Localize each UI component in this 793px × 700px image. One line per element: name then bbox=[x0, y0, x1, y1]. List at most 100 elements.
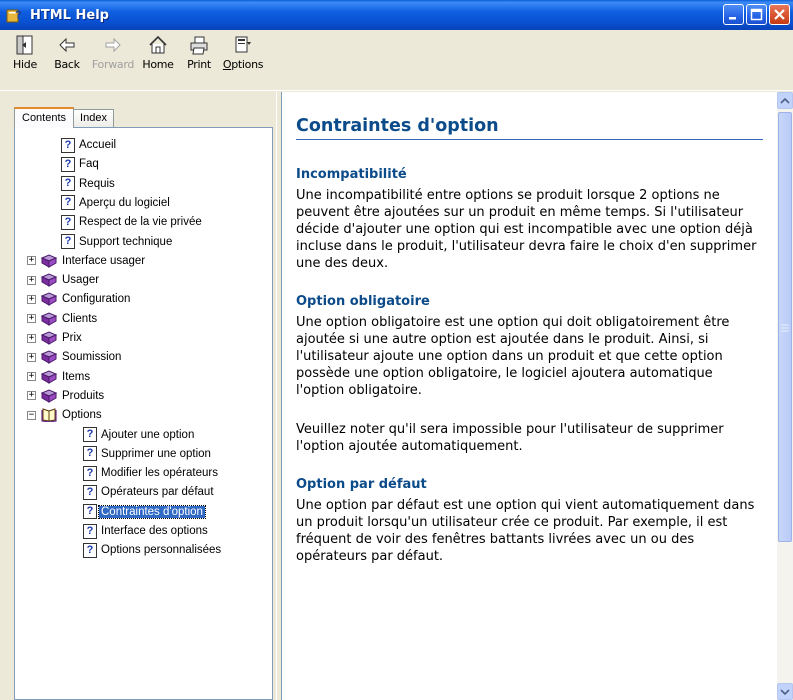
tree-topic-node[interactable]: ? Aperçu du logiciel bbox=[61, 194, 172, 212]
help-topic-icon: ? bbox=[83, 427, 97, 442]
tree-topic-node[interactable]: ? Supprimer une option bbox=[83, 445, 213, 463]
help-topic-icon: ? bbox=[83, 523, 97, 539]
tab-index[interactable]: Index bbox=[73, 109, 114, 128]
tree-book-node[interactable]: + Soumission bbox=[27, 348, 123, 366]
hide-button[interactable]: Hide bbox=[4, 30, 46, 90]
tree-node-label: Usager bbox=[62, 274, 100, 287]
help-topic-icon: ? bbox=[61, 195, 75, 211]
tree-node-label: Interface usager bbox=[62, 254, 146, 267]
maximize-button[interactable] bbox=[746, 4, 767, 25]
expand-icon[interactable]: + bbox=[27, 275, 36, 285]
help-topic-icon: ? bbox=[61, 137, 75, 153]
topic-content-pane: Contraintes d'option Incompatibilité Une… bbox=[281, 92, 777, 700]
tree-book-node[interactable]: + Interface usager bbox=[27, 252, 147, 270]
title-bar: ? HTML Help bbox=[0, 0, 793, 30]
print-button[interactable]: Print bbox=[178, 30, 220, 90]
tree-node-label: Opérateurs par défaut bbox=[101, 486, 214, 499]
expand-icon[interactable]: + bbox=[27, 314, 36, 324]
tree-book-node[interactable]: − Options bbox=[27, 406, 104, 424]
tree-node-label: Soumission bbox=[62, 351, 122, 364]
window-title: HTML Help bbox=[30, 7, 109, 23]
expand-icon[interactable]: + bbox=[27, 372, 36, 382]
tree-node-label: Faq bbox=[79, 158, 99, 171]
back-button[interactable]: Back bbox=[46, 30, 88, 90]
tree-book-node[interactable]: + Prix bbox=[27, 329, 84, 347]
help-app-icon: ? bbox=[6, 6, 24, 24]
tree-node-label: Accueil bbox=[79, 139, 117, 151]
tree-topic-node[interactable]: ? Requis bbox=[61, 175, 117, 193]
tree-node-label: Modifier les opérateurs bbox=[101, 467, 218, 480]
open-book-icon bbox=[40, 408, 58, 423]
tree-topic-node[interactable]: ? Accueil bbox=[61, 136, 118, 154]
options-button[interactable]: Options bbox=[220, 30, 266, 90]
tree-node-label: Interface des options bbox=[101, 525, 208, 537]
forward-arrow-icon bbox=[105, 37, 121, 53]
closed-book-icon bbox=[40, 389, 58, 403]
help-topic-icon: ? bbox=[83, 542, 97, 558]
scroll-down-button[interactable] bbox=[777, 683, 793, 700]
scroll-up-button[interactable] bbox=[777, 92, 793, 109]
tree-topic-node[interactable]: ? Interface des options bbox=[83, 522, 210, 540]
forward-label: Forward bbox=[91, 58, 135, 71]
hide-label: Hide bbox=[13, 58, 37, 71]
tab-contents[interactable]: Contents bbox=[14, 107, 75, 128]
tree-node-label: Produits bbox=[62, 389, 105, 402]
closed-book-icon bbox=[40, 331, 58, 345]
maximize-icon bbox=[750, 8, 763, 21]
forward-button[interactable]: Forward bbox=[88, 30, 138, 90]
section-paragraph: Une option par défaut est une option qui… bbox=[296, 498, 755, 564]
grip-icon bbox=[781, 324, 789, 332]
toolbar: Hide Back Forward Home Print Options bbox=[0, 30, 793, 91]
tree-book-node[interactable]: + Items bbox=[27, 368, 92, 386]
home-icon bbox=[149, 35, 167, 54]
tree-book-node[interactable]: + Usager bbox=[27, 271, 101, 289]
expand-icon[interactable]: + bbox=[27, 333, 36, 343]
tree-node-label: Configuration bbox=[62, 293, 131, 306]
tree-topic-node[interactable]: ? Opérateurs par défaut bbox=[83, 483, 216, 501]
tree-book-node[interactable]: + Produits bbox=[27, 387, 106, 405]
tree-topic-node[interactable]: ? Modifier les opérateurs bbox=[83, 464, 220, 482]
help-topic-icon: ? bbox=[61, 156, 75, 172]
tree-book-node[interactable]: + Configuration bbox=[27, 290, 132, 308]
chevron-down-icon bbox=[780, 688, 790, 695]
tree-node-label: Options bbox=[62, 409, 102, 422]
closed-book-icon bbox=[40, 312, 58, 326]
tree-node-label: Supprimer une option bbox=[101, 447, 211, 460]
help-topic-icon: ? bbox=[83, 504, 97, 520]
section-incompatibilite: Incompatibilité Une incompatibilité entr… bbox=[296, 167, 763, 272]
expand-icon[interactable]: + bbox=[27, 352, 36, 362]
tree-topic-node[interactable]: ? Options personnalisées bbox=[83, 541, 223, 559]
tree-topic-node[interactable]: ? Faq bbox=[61, 155, 101, 173]
back-label: Back bbox=[54, 58, 80, 71]
minimize-icon bbox=[729, 17, 736, 20]
help-topic-icon: ? bbox=[61, 214, 75, 230]
closed-book-icon bbox=[40, 273, 58, 287]
navigation-pane: Contents Index ? Accueil? Faq ? Requis? Aperç… bbox=[0, 92, 275, 700]
chevron-up-icon bbox=[780, 97, 790, 104]
home-button[interactable]: Home bbox=[138, 30, 178, 90]
minimize-button[interactable] bbox=[723, 4, 744, 25]
collapse-icon[interactable]: − bbox=[27, 410, 36, 420]
section-option-par-defaut: Option par défaut Une option par défaut … bbox=[296, 477, 763, 565]
tree-node-label: Support technique bbox=[79, 235, 173, 248]
tree-topic-node[interactable]: ? Respect de la vie privée bbox=[61, 213, 204, 231]
scroll-thumb[interactable] bbox=[778, 112, 792, 542]
section-paragraph: Une option obligatoire est une option qu… bbox=[296, 315, 730, 398]
expand-icon[interactable]: + bbox=[27, 391, 36, 401]
tree-topic-node[interactable]: ? Ajouter une option bbox=[83, 426, 196, 444]
hide-icon bbox=[16, 35, 33, 55]
printer-icon bbox=[190, 36, 208, 55]
tree-topic-node[interactable]: ? Contraintes d'option bbox=[83, 503, 206, 521]
tree-node-label: Options personnalisées bbox=[101, 544, 222, 557]
expand-icon[interactable]: + bbox=[27, 256, 36, 266]
tree-topic-node[interactable]: ? Support technique bbox=[61, 233, 174, 251]
section-paragraph: Une incompatibilité entre options se pro… bbox=[296, 188, 757, 271]
expand-icon[interactable]: + bbox=[27, 294, 36, 304]
tree-book-node[interactable]: + Clients bbox=[27, 310, 99, 328]
page-title: Contraintes d'option bbox=[296, 116, 763, 140]
contents-tree-pane: ? Accueil? Faq ? Requis? Aperçu du logiciel ? R… bbox=[14, 127, 273, 700]
vertical-scrollbar[interactable] bbox=[777, 92, 793, 700]
tree-node-label: Prix bbox=[62, 332, 82, 344]
tree-node-label: Aperçu du logiciel bbox=[79, 196, 170, 209]
close-button[interactable] bbox=[769, 4, 790, 25]
